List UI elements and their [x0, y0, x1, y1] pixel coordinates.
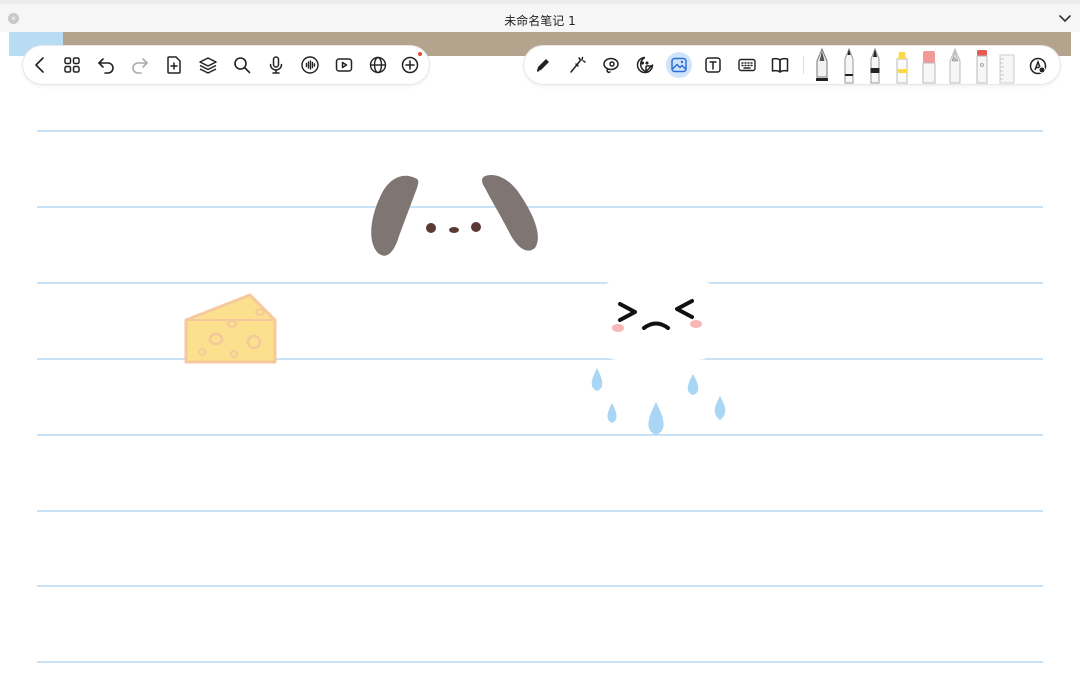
globe-icon[interactable]: [365, 52, 391, 78]
fineliner-pen[interactable]: [866, 47, 884, 85]
pencil[interactable]: [946, 47, 964, 85]
ruler[interactable]: [998, 47, 1016, 85]
ruled-line: [37, 510, 1043, 512]
magic-wand-icon[interactable]: [564, 52, 590, 78]
redo-icon[interactable]: [127, 52, 153, 78]
add-page-icon[interactable]: [161, 52, 187, 78]
color-palette-icon[interactable]: [1028, 56, 1048, 76]
highlighter[interactable]: [893, 47, 911, 85]
ruled-line: [37, 130, 1043, 132]
microphone-icon[interactable]: [263, 52, 289, 78]
ballpoint-pen[interactable]: [840, 47, 858, 85]
dog-ears-face-sticker[interactable]: [365, 170, 545, 265]
window-title: 未命名笔记 1: [504, 14, 576, 28]
ruled-line: [37, 282, 1043, 284]
correction-pen[interactable]: [973, 47, 991, 85]
video-icon[interactable]: [331, 52, 357, 78]
undo-icon[interactable]: [93, 52, 119, 78]
keyboard-icon[interactable]: [734, 52, 760, 78]
left-toolbar: [23, 46, 429, 84]
chevron-down-icon[interactable]: [1058, 12, 1072, 26]
crying-face-sticker[interactable]: [580, 280, 740, 450]
fountain-pen[interactable]: [813, 47, 831, 85]
ruled-line: [37, 661, 1043, 663]
grid-icon[interactable]: [59, 52, 85, 78]
toolbar-divider: [803, 56, 804, 74]
pen-icon[interactable]: [530, 52, 556, 78]
ruled-line: [37, 585, 1043, 587]
title-bar: × 未命名笔记 1: [0, 0, 1080, 32]
ruled-line: [37, 434, 1043, 436]
audio-wave-icon[interactable]: [297, 52, 323, 78]
eraser[interactable]: [920, 47, 938, 85]
cheese-sticker[interactable]: [180, 290, 280, 368]
sticker-icon[interactable]: [632, 52, 658, 78]
lasso-icon[interactable]: [598, 52, 624, 78]
layers-icon[interactable]: [195, 52, 221, 78]
text-icon[interactable]: [700, 52, 726, 78]
back-icon[interactable]: [27, 52, 53, 78]
book-icon[interactable]: [767, 52, 793, 78]
search-icon[interactable]: [229, 52, 255, 78]
image-icon[interactable]: [666, 52, 692, 78]
notification-dot: [418, 52, 422, 56]
